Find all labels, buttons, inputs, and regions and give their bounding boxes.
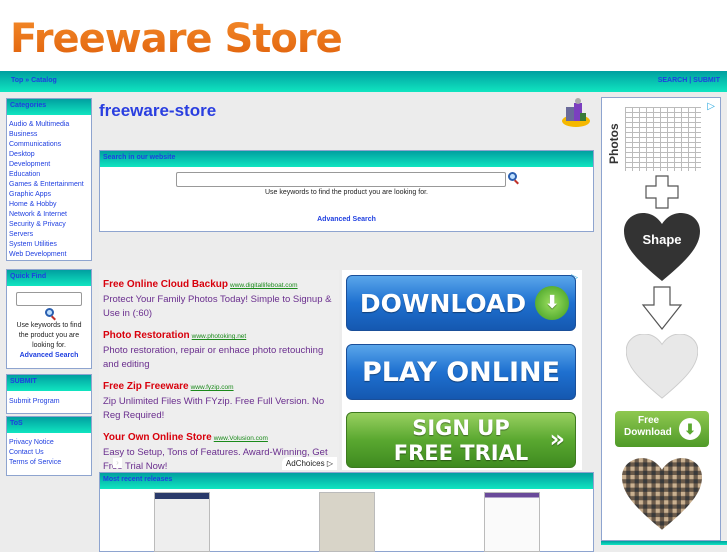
ad-url[interactable]: www.digitallifeboat.com xyxy=(230,282,298,289)
quick-find-input[interactable] xyxy=(16,292,82,306)
categories-box: Categories Audio & Multimedia Business C… xyxy=(6,98,92,261)
category-item[interactable]: Web Development xyxy=(9,250,91,260)
release-thumbnail[interactable] xyxy=(484,492,540,552)
download-ad-button[interactable]: DOWNLOAD ⬇ xyxy=(346,275,576,331)
terms-of-service-link[interactable]: Terms of Service xyxy=(7,458,91,468)
adchoices-text: AdChoices xyxy=(285,459,325,468)
recent-releases-box: Most recent releases xyxy=(99,472,594,552)
category-item[interactable]: Servers xyxy=(9,230,91,240)
play-online-ad-button[interactable]: PLAY ONLINE xyxy=(346,344,576,400)
advanced-search-link[interactable]: Advanced Search xyxy=(317,216,376,223)
download-ad-label: DOWNLOAD xyxy=(359,289,527,318)
nav-bar: Top » Catalog SEARCH | SUBMIT xyxy=(0,71,727,92)
nav-submit-link[interactable]: SUBMIT xyxy=(693,77,720,84)
heart-shape-icon: Shape xyxy=(624,213,700,281)
submit-title: SUBMIT xyxy=(7,375,91,391)
adchoices-icon[interactable]: ▷ xyxy=(707,101,715,112)
ad-url[interactable]: www.fyzip.com xyxy=(191,384,234,391)
submit-box: SUBMIT Submit Program xyxy=(6,374,92,414)
plus-icon xyxy=(645,175,679,209)
advanced-search-link[interactable]: Advanced Search xyxy=(20,352,79,359)
down-arrow-icon xyxy=(641,286,683,330)
tos-box: ToS Privacy Notice Contact Us Terms of S… xyxy=(6,416,92,476)
search-icon[interactable] xyxy=(44,308,54,317)
free-trial-label: FREE TRIAL xyxy=(393,441,529,465)
adchoices-label[interactable]: AdChoices ▷ xyxy=(281,457,337,470)
text-ad[interactable]: Free Online Cloud Backup www.digitallifeb… xyxy=(103,274,339,321)
category-item[interactable]: Business xyxy=(9,130,91,140)
download-arrow-icon: ⬇ xyxy=(679,418,701,440)
recent-releases-title: Most recent releases xyxy=(100,473,593,489)
quick-find-box: Quick Find Use keywords to find the prod… xyxy=(6,269,92,369)
category-item[interactable]: Graphic Apps xyxy=(9,190,91,200)
category-item[interactable]: System Utilities xyxy=(9,240,91,250)
ad-url[interactable]: www.Volusion.com xyxy=(214,435,268,442)
category-item[interactable]: Development xyxy=(9,160,91,170)
site-search-help: Use keywords to find the product you are… xyxy=(264,189,429,196)
mascot-image xyxy=(560,97,592,129)
adchoices-icon: ▷ xyxy=(326,459,333,468)
download-arrow-icon: ⬇ xyxy=(535,286,569,320)
category-item[interactable]: Network & Internet xyxy=(9,210,91,220)
privacy-notice-link[interactable]: Privacy Notice xyxy=(7,438,91,448)
play-online-ad-label: PLAY ONLINE xyxy=(361,357,561,388)
release-thumbnail[interactable] xyxy=(319,492,375,552)
category-list: Audio & Multimedia Business Communicatio… xyxy=(7,115,91,260)
search-icon[interactable] xyxy=(507,172,517,181)
text-ad[interactable]: Free Zip Freeware www.fyzip.com Zip Unlim… xyxy=(103,376,339,423)
text-ad[interactable]: Photo Restoration www.photoking.net Photo… xyxy=(103,325,339,372)
photo-collage-heart-graphic xyxy=(622,458,702,530)
category-item[interactable]: Desktop xyxy=(9,150,91,160)
double-chevron-icon: » xyxy=(549,425,565,453)
tos-title: ToS xyxy=(7,417,91,433)
quick-find-help: Use keywords to find the product you are… xyxy=(16,322,82,349)
ad-title[interactable]: Photo Restoration xyxy=(103,330,190,341)
categories-title: Categories xyxy=(7,99,91,115)
ad-description: Zip Unlimited Files With FYzip. Free Ful… xyxy=(103,396,325,421)
button-ads: ▷ DOWNLOAD ⬇ PLAY ONLINE SIGN UP FREE TR… xyxy=(342,270,582,470)
photos-label: Photos xyxy=(607,123,621,164)
ad-next-arrow-icon[interactable]: › xyxy=(113,458,122,468)
ad-url[interactable]: www.photoking.net xyxy=(192,333,247,340)
photo-heart-outline-graphic xyxy=(626,334,698,399)
page-title: freeware-store xyxy=(99,101,217,120)
category-item[interactable]: Home & Hobby xyxy=(9,200,91,210)
category-item[interactable]: Audio & Multimedia xyxy=(9,120,91,130)
nav-search-link[interactable]: SEARCH xyxy=(658,77,688,84)
category-item[interactable]: Communications xyxy=(9,140,91,150)
category-item[interactable]: Education xyxy=(9,170,91,180)
nav-separator: | xyxy=(689,77,692,84)
ad-description: Protect Your Family Photos Today! Simple… xyxy=(103,294,332,319)
ad-description: Photo restoration, repair or enhace phot… xyxy=(103,345,324,370)
site-search-title: Search in our website xyxy=(100,151,593,167)
quick-find-title: Quick Find xyxy=(7,270,91,286)
category-item[interactable]: Security & Privacy xyxy=(9,220,91,230)
photo-grid-graphic xyxy=(625,107,701,171)
right-column-bar xyxy=(601,541,727,545)
text-ads: Free Online Cloud Backup www.digitallifeb… xyxy=(99,270,339,472)
site-header: Freeware Store xyxy=(0,0,727,71)
site-search-box: Search in our website Use keywords to fi… xyxy=(99,150,594,232)
free-download-button[interactable]: Free Download ⬇ xyxy=(615,411,709,447)
ad-title[interactable]: Free Zip Freeware xyxy=(103,381,189,392)
category-item[interactable]: Games & Entertainment xyxy=(9,180,91,190)
ad-title[interactable]: Your Own Online Store xyxy=(103,432,212,443)
sign-up-ad-button[interactable]: SIGN UP FREE TRIAL » xyxy=(346,412,576,468)
release-thumbnail[interactable] xyxy=(154,492,210,552)
nav-links: SEARCH | SUBMIT xyxy=(658,77,720,84)
side-banner-ad[interactable]: ▷ Photos Shape Free Download ⬇ xyxy=(601,97,721,541)
site-logo[interactable]: Freeware Store xyxy=(10,16,343,62)
breadcrumb[interactable]: Top » Catalog xyxy=(11,77,57,84)
site-search-input[interactable] xyxy=(176,172,507,187)
shape-label: Shape xyxy=(642,232,681,247)
sign-up-label: SIGN UP xyxy=(412,416,510,440)
submit-program-link[interactable]: Submit Program xyxy=(7,391,91,407)
ad-title[interactable]: Free Online Cloud Backup xyxy=(103,279,228,290)
contact-us-link[interactable]: Contact Us xyxy=(7,448,91,458)
